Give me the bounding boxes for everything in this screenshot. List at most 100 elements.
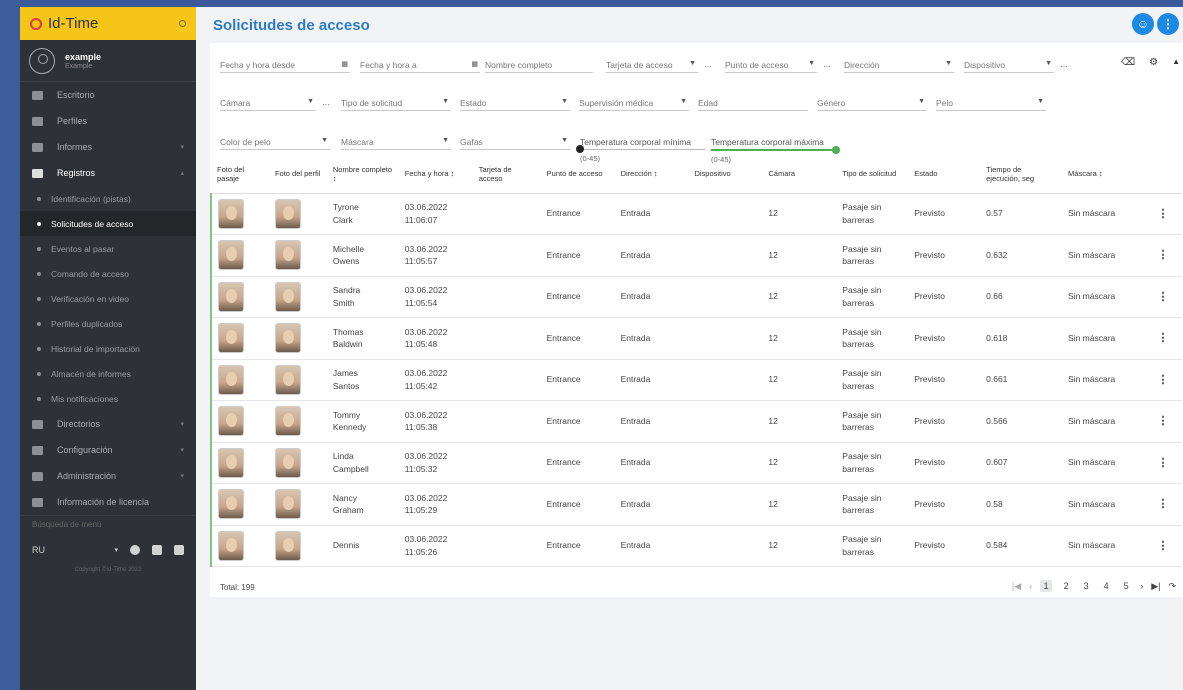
sidebar-subitem-historial[interactable]: Historial de importación bbox=[20, 336, 196, 361]
pass-photo[interactable] bbox=[218, 489, 244, 520]
chevron-up-icon[interactable]: ▲ bbox=[1172, 57, 1180, 68]
chevron-down-icon[interactable]: ▾ bbox=[114, 546, 118, 554]
col-mascara[interactable]: Máscara ↕ bbox=[1062, 157, 1144, 194]
mail-icon[interactable] bbox=[152, 545, 162, 555]
profile-photo[interactable] bbox=[274, 530, 301, 561]
table-row[interactable]: James Santos 03.06.2022 11:05:42 Entrance Ent… bbox=[210, 359, 1182, 401]
direccion-select[interactable]: Dirección ▼ bbox=[844, 57, 954, 73]
col-direccion[interactable]: Dirección ↕ bbox=[614, 157, 689, 194]
info-icon[interactable] bbox=[130, 545, 140, 555]
table-row[interactable]: Thomas Baldwin 03.06.2022 11:05:48 Entrance E… bbox=[210, 317, 1182, 360]
table-row[interactable]: Tyrone Clark 03.06.2022 11:06:07 Entrance Ent… bbox=[210, 193, 1182, 235]
col-nombre[interactable]: Nombre completo ↕ bbox=[326, 157, 399, 194]
dispositivo-select[interactable]: Dispositivo ▼… bbox=[964, 57, 1068, 73]
next-page-icon[interactable]: › bbox=[1140, 581, 1143, 591]
profile-photo[interactable] bbox=[274, 281, 301, 312]
pass-photo[interactable] bbox=[218, 323, 244, 354]
page-3[interactable]: 3 bbox=[1080, 581, 1092, 591]
fecha-desde-field[interactable]: Fecha y hora desde ▦ bbox=[220, 57, 350, 73]
language-select[interactable]: RU bbox=[32, 545, 45, 555]
sidebar-subitem-duplicados[interactable]: Perfiles duplicados bbox=[20, 311, 196, 336]
sidebar-subitem-almacen[interactable]: Almacén de informes bbox=[20, 361, 196, 386]
col-fecha[interactable]: Fecha y hora ↕ bbox=[398, 157, 473, 194]
more-vertical-icon[interactable]: ⋮ bbox=[1150, 289, 1176, 306]
tarjeta-select[interactable]: Tarjeta de acceso ▼… bbox=[606, 57, 712, 73]
fecha-a-field[interactable]: Fecha y hora a ▦ bbox=[360, 57, 480, 73]
sidebar-item-licencia[interactable]: Información de licencia bbox=[20, 489, 196, 515]
sidebar-subitem-comando[interactable]: Comando de acceso bbox=[20, 261, 196, 286]
sidebar-subitem-verificacion[interactable]: Verificación en video bbox=[20, 286, 196, 311]
profile-photo[interactable] bbox=[274, 198, 301, 229]
genero-select[interactable]: Género ▼ bbox=[817, 95, 927, 111]
user-panel[interactable]: example Example bbox=[20, 40, 196, 82]
punto-select[interactable]: Punto de acceso ▼… bbox=[725, 57, 831, 73]
pass-photo[interactable] bbox=[218, 198, 244, 229]
sidebar-toggle-icon[interactable] bbox=[179, 20, 186, 27]
pelo-select[interactable]: Pelo ▼ bbox=[936, 95, 1046, 111]
sidebar-item-escritorio[interactable]: Escritorio bbox=[20, 82, 196, 108]
profile-photo[interactable] bbox=[274, 364, 301, 395]
estado-select[interactable]: Estado ▼ bbox=[460, 95, 570, 111]
sidebar-item-configuracion[interactable]: Configuración ▾ bbox=[20, 437, 196, 463]
table-row[interactable]: Nancy Graham 03.06.2022 11:05:29 Entrance Ent… bbox=[210, 483, 1182, 526]
face-scan-button[interactable]: ☺ bbox=[1132, 13, 1154, 35]
camara-select[interactable]: Cámara ▼… bbox=[220, 95, 330, 111]
pass-photo[interactable] bbox=[218, 447, 244, 478]
supervision-select[interactable]: Supervisión médica ▼ bbox=[579, 95, 689, 111]
nombre-field[interactable]: Nombre completo bbox=[485, 57, 593, 73]
table-row[interactable]: Tommy Kennedy 03.06.2022 11:05:38 Entrance En… bbox=[210, 400, 1182, 443]
jump-page-icon[interactable]: ↷ bbox=[1168, 581, 1176, 592]
sidebar-item-directorios[interactable]: Directorios ▾ bbox=[20, 411, 196, 437]
menu-search-input[interactable]: Búsqueda de menú bbox=[20, 515, 196, 533]
profile-photo[interactable] bbox=[274, 489, 301, 520]
color-pelo-select[interactable]: Color de pelo ▼ bbox=[220, 134, 330, 150]
gear-icon[interactable]: ⚙ bbox=[1149, 57, 1158, 68]
sidebar-subitem-eventos[interactable]: Eventos al pasar bbox=[20, 236, 196, 261]
more-options-button[interactable]: ⋮ bbox=[1157, 13, 1179, 35]
clear-filter-icon[interactable]: ⌫ bbox=[1121, 57, 1135, 68]
pass-photo[interactable] bbox=[218, 240, 244, 271]
table-row[interactable]: Linda Campbell 03.06.2022 11:05:32 Entrance E… bbox=[210, 442, 1182, 484]
slider-handle-min[interactable] bbox=[576, 145, 584, 153]
table-row[interactable]: Sandra Smith 03.06.2022 11:05:54 Entrance Ent… bbox=[210, 276, 1182, 318]
requests-table: Foto del pasaje Foto del perfil Nombre c… bbox=[210, 157, 1182, 567]
sidebar-item-registros[interactable]: Registros ▴ bbox=[20, 160, 196, 186]
sidebar-item-perfiles[interactable]: Perfiles bbox=[20, 108, 196, 134]
more-vertical-icon[interactable]: ⋮ bbox=[1150, 496, 1176, 513]
more-vertical-icon[interactable]: ⋮ bbox=[1150, 413, 1176, 430]
sidebar-subitem-solicitudes[interactable]: Solicitudes de acceso bbox=[20, 211, 196, 236]
table-row[interactable]: Michelle Owens 03.06.2022 11:05:57 Entrance E… bbox=[210, 234, 1182, 277]
tipo-select[interactable]: Tipo de solicitud ▼ bbox=[341, 95, 451, 111]
sidebar-subitem-notificaciones[interactable]: Mis notificaciones bbox=[20, 386, 196, 411]
page-2[interactable]: 2 bbox=[1060, 581, 1072, 591]
sidebar-item-informes[interactable]: Informes ▾ bbox=[20, 134, 196, 160]
first-page-icon[interactable]: |◀ bbox=[1012, 581, 1021, 592]
profile-photo[interactable] bbox=[274, 240, 301, 271]
profile-photo[interactable] bbox=[274, 406, 301, 437]
more-vertical-icon[interactable]: ⋮ bbox=[1150, 247, 1176, 264]
pass-photo[interactable] bbox=[218, 281, 244, 312]
last-page-icon[interactable]: ▶| bbox=[1151, 581, 1160, 592]
page-5[interactable]: 5 bbox=[1120, 581, 1132, 591]
more-vertical-icon[interactable]: ⋮ bbox=[1150, 330, 1176, 347]
mascara-select[interactable]: Máscara ▼ bbox=[341, 134, 451, 150]
more-vertical-icon[interactable]: ⋮ bbox=[1150, 455, 1176, 472]
more-vertical-icon[interactable]: ⋮ bbox=[1150, 538, 1176, 555]
logout-icon[interactable] bbox=[174, 545, 184, 555]
pass-photo[interactable] bbox=[218, 364, 244, 395]
pass-photo[interactable] bbox=[218, 530, 244, 561]
page-4[interactable]: 4 bbox=[1100, 581, 1112, 591]
table-row[interactable]: Dennis 03.06.2022 11:05:26 Entrance Entrada 1… bbox=[210, 525, 1182, 567]
edad-field[interactable]: Edad bbox=[698, 95, 808, 111]
sidebar-item-administracion[interactable]: Administración ▾ bbox=[20, 463, 196, 489]
profile-photo[interactable] bbox=[274, 323, 301, 354]
sidebar-subitem-identificacion[interactable]: Identificación (pistas) bbox=[20, 186, 196, 211]
profile-photo[interactable] bbox=[274, 447, 301, 478]
prev-page-icon[interactable]: ‹ bbox=[1029, 581, 1032, 591]
more-vertical-icon[interactable]: ⋮ bbox=[1150, 206, 1176, 223]
gafas-select[interactable]: Gafas ▼ bbox=[460, 134, 570, 150]
page-1[interactable]: 1 bbox=[1040, 580, 1053, 592]
more-vertical-icon[interactable]: ⋮ bbox=[1150, 372, 1176, 389]
pass-photo[interactable] bbox=[218, 406, 244, 437]
slider-handle-max[interactable] bbox=[832, 146, 840, 154]
